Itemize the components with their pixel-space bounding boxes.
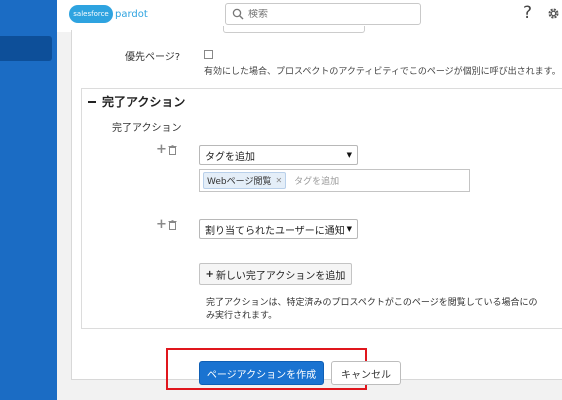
completion-actions-section: 完了アクション 完了アクション + タグを追加 ▼ Webページ閲覧 ✕ タグを…	[81, 88, 562, 329]
trash-icon[interactable]	[168, 145, 177, 155]
logo-cloud: salesforce	[69, 5, 113, 23]
search-icon	[232, 8, 244, 20]
search-box[interactable]	[225, 3, 421, 25]
completion-actions-label: 完了アクション	[112, 123, 182, 134]
completion-section-toggle[interactable]: 完了アクション	[88, 93, 185, 110]
add-row-icon[interactable]: +	[156, 217, 167, 232]
collapse-icon	[88, 100, 96, 103]
dropdown-arrow-icon: ▼	[346, 225, 352, 233]
completion-note: 完了アクションは、特定済みのプロスペクトがこのページを閲覧している場合にのみ実行…	[206, 298, 538, 321]
tag-chip-label: Webページ閲覧	[207, 177, 272, 187]
action-select-value: タグを追加	[205, 151, 255, 163]
add-button-label: 新しい完了アクションを追加	[215, 270, 346, 282]
add-row-icon[interactable]: +	[156, 142, 167, 157]
tag-placeholder[interactable]: タグを追加	[294, 174, 339, 187]
tag-chip: Webページ閲覧 ✕	[203, 172, 287, 189]
nav-selected-item[interactable]	[0, 36, 52, 61]
main-area: 優先ページ? 有効にした場合、プロスペクトのアクティビティでこのページが個別に呼…	[57, 26, 562, 400]
action-select-value: 割り当てられたユーザーに通知	[205, 225, 345, 237]
tag-input-box[interactable]: Webページ閲覧 ✕ タグを追加	[199, 169, 470, 192]
priority-page-checkbox[interactable]	[204, 50, 213, 59]
section-title: 完了アクション	[102, 95, 186, 109]
create-page-action-button[interactable]: ページアクションを作成	[199, 361, 324, 385]
add-completion-action-button[interactable]: + 新しい完了アクションを追加	[199, 263, 352, 285]
gear-icon[interactable]	[547, 7, 560, 20]
priority-page-help: 有効にした場合、プロスペクトのアクティビティでこのページが個別に呼び出されます。	[204, 67, 561, 77]
left-nav	[0, 0, 57, 400]
action-select-1[interactable]: タグを追加 ▼	[199, 145, 358, 165]
dropdown-arrow-icon: ▼	[346, 151, 352, 159]
cancel-button[interactable]: キャンセル	[331, 361, 401, 385]
logo-product: pardot	[115, 8, 148, 20]
priority-page-label: 優先ページ?	[125, 52, 181, 63]
trash-icon[interactable]	[168, 220, 177, 230]
form-footer: ページアクションを作成 キャンセル	[71, 344, 562, 400]
plus-icon: +	[205, 268, 214, 280]
form-panel: 優先ページ? 有効にした場合、プロスペクトのアクティビティでこのページが個別に呼…	[71, 26, 562, 380]
previous-field-stub	[223, 26, 365, 33]
search-input[interactable]	[248, 8, 398, 20]
remove-tag-icon[interactable]: ✕	[275, 176, 282, 185]
salesforce-pardot-logo[interactable]: salesforce pardot	[69, 4, 148, 24]
action-select-2[interactable]: 割り当てられたユーザーに通知 ▼	[199, 219, 358, 239]
help-icon[interactable]: ?	[523, 3, 532, 23]
